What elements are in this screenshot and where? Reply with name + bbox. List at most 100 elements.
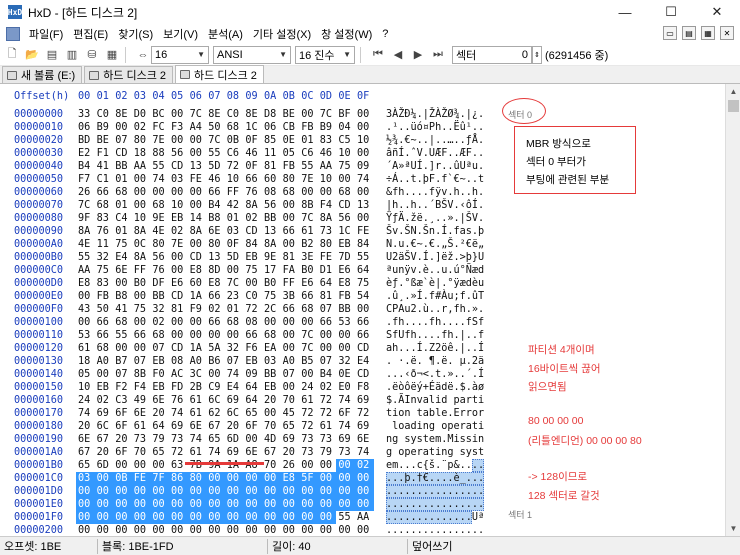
- hex-byte[interactable]: CD: [115, 147, 134, 160]
- hex-byte[interactable]: 61: [301, 394, 320, 407]
- hex-byte[interactable]: 00: [208, 511, 227, 524]
- hex-byte[interactable]: 02: [134, 121, 153, 134]
- hex-byte[interactable]: 76: [97, 225, 116, 238]
- hex-byte[interactable]: 00: [320, 186, 339, 199]
- restore-window-icon[interactable]: ▦: [701, 26, 715, 40]
- hex-byte[interactable]: 8E: [115, 108, 134, 121]
- hex-byte[interactable]: 0B: [227, 134, 246, 147]
- hex-byte[interactable]: 32: [227, 342, 246, 355]
- hex-byte[interactable]: 84: [357, 238, 376, 251]
- hex-byte[interactable]: 7D: [338, 251, 357, 264]
- hex-byte[interactable]: 74: [152, 173, 171, 186]
- hex-byte[interactable]: C6: [227, 147, 246, 160]
- hex-byte[interactable]: 64: [320, 277, 339, 290]
- hex-byte[interactable]: 66: [245, 329, 264, 342]
- hex-byte[interactable]: 00: [152, 498, 171, 511]
- tab-hard-disk-2-a[interactable]: 하드 디스크 2: [84, 66, 174, 83]
- hex-byte[interactable]: 00: [301, 511, 320, 524]
- hex-byte[interactable]: 65: [245, 407, 264, 420]
- hex-byte[interactable]: 00: [283, 498, 302, 511]
- hex-byte[interactable]: 00: [134, 511, 153, 524]
- hex-byte[interactable]: 83: [97, 277, 116, 290]
- hex-byte[interactable]: 32: [338, 355, 357, 368]
- hex-byte[interactable]: 61: [190, 407, 209, 420]
- hex-byte[interactable]: 6E: [134, 407, 153, 420]
- hex-byte[interactable]: 00: [357, 108, 376, 121]
- hex-byte[interactable]: 00: [264, 316, 283, 329]
- vertical-scrollbar[interactable]: ▲ ▼: [725, 84, 740, 536]
- hex-row[interactable]: 00000160 24 02 C3 49 6E 76 61 6C 69 64 20 70 61 72 74 69…: [0, 394, 720, 407]
- hex-byte[interactable]: 07: [320, 355, 339, 368]
- hex-byte[interactable]: 80: [152, 238, 171, 251]
- hex-byte[interactable]: 00: [152, 511, 171, 524]
- hex-byte[interactable]: CD: [171, 160, 190, 173]
- hex-byte[interactable]: 61: [190, 394, 209, 407]
- menu-help[interactable]: ?: [377, 28, 393, 40]
- hex-byte[interactable]: EB: [245, 355, 264, 368]
- hex-byte[interactable]: 73: [171, 433, 190, 446]
- hex-byte[interactable]: 26: [78, 186, 97, 199]
- hex-byte[interactable]: 00: [301, 459, 320, 472]
- hex-byte[interactable]: 72: [245, 303, 264, 316]
- hex-byte[interactable]: 55: [338, 511, 357, 524]
- hex-byte[interactable]: 00: [227, 511, 246, 524]
- hex-byte[interactable]: 18: [78, 355, 97, 368]
- hex-byte[interactable]: 73: [134, 433, 153, 446]
- hex-row[interactable]: 00000090 8A 76 01 8A 4E 02 8A 6E 03 CD 13 66 61 73 1C FE…: [0, 225, 720, 238]
- hex-byte[interactable]: 67: [264, 446, 283, 459]
- hex-byte[interactable]: C1: [97, 173, 116, 186]
- hex-byte[interactable]: 11: [264, 147, 283, 160]
- sector-spinner[interactable]: ⇕: [532, 45, 542, 64]
- hex-byte[interactable]: 81: [320, 290, 339, 303]
- ascii-text[interactable]: em...c{š.¨p&....: [386, 459, 484, 472]
- hex-byte[interactable]: F8: [357, 381, 376, 394]
- hex-byte[interactable]: 66: [97, 316, 116, 329]
- hex-byte[interactable]: 8A: [78, 225, 97, 238]
- hex-byte[interactable]: 00: [338, 459, 357, 472]
- hex-byte[interactable]: 74: [190, 433, 209, 446]
- ascii-text[interactable]: ................: [386, 485, 484, 498]
- hex-byte[interactable]: 00: [301, 368, 320, 381]
- hex-byte[interactable]: 66: [245, 173, 264, 186]
- hex-byte[interactable]: 26: [283, 459, 302, 472]
- ascii-text[interactable]: ªunÿv.è..u.ú°Ñæd: [386, 264, 484, 277]
- hex-byte[interactable]: 66: [134, 329, 153, 342]
- menu-view[interactable]: 보기(V): [158, 26, 203, 42]
- hex-byte[interactable]: 7C: [320, 108, 339, 121]
- hex-byte[interactable]: D0: [134, 108, 153, 121]
- hex-byte[interactable]: 5D: [227, 251, 246, 264]
- hex-byte[interactable]: 09: [245, 368, 264, 381]
- hex-byte[interactable]: 00: [320, 342, 339, 355]
- hex-byte[interactable]: 00: [357, 472, 376, 485]
- hex-byte[interactable]: 00: [283, 342, 302, 355]
- hex-byte[interactable]: 00: [208, 329, 227, 342]
- hex-byte[interactable]: 5A: [208, 342, 227, 355]
- hex-byte[interactable]: 00: [115, 121, 134, 134]
- hex-byte[interactable]: 6E: [208, 225, 227, 238]
- hex-byte[interactable]: 61: [301, 225, 320, 238]
- hex-byte[interactable]: EB: [338, 238, 357, 251]
- hex-byte[interactable]: 75: [338, 160, 357, 173]
- hex-byte[interactable]: 00: [264, 485, 283, 498]
- hex-byte[interactable]: 0F: [245, 134, 264, 147]
- hex-byte[interactable]: 68: [152, 329, 171, 342]
- hex-byte[interactable]: 1C: [338, 225, 357, 238]
- hex-byte[interactable]: 13: [264, 225, 283, 238]
- hex-byte[interactable]: 72: [171, 446, 190, 459]
- hex-byte[interactable]: 00: [134, 498, 153, 511]
- hex-byte[interactable]: B9: [320, 121, 339, 134]
- hex-byte[interactable]: 00: [264, 498, 283, 511]
- hex-byte[interactable]: 55: [357, 251, 376, 264]
- hex-byte[interactable]: 61: [190, 446, 209, 459]
- hex-byte[interactable]: 00: [134, 342, 153, 355]
- hex-byte[interactable]: 8A: [134, 225, 153, 238]
- ascii-text[interactable]: .fh....fh....fSf: [386, 316, 484, 329]
- hex-byte[interactable]: C0: [227, 108, 246, 121]
- hex-byte[interactable]: 66: [208, 186, 227, 199]
- hex-byte[interactable]: CD: [171, 290, 190, 303]
- hex-byte[interactable]: 68: [338, 186, 357, 199]
- hex-byte[interactable]: E8: [208, 277, 227, 290]
- hex-byte[interactable]: 0E: [283, 134, 302, 147]
- hex-byte[interactable]: FF: [134, 264, 153, 277]
- hex-byte[interactable]: 00: [171, 511, 190, 524]
